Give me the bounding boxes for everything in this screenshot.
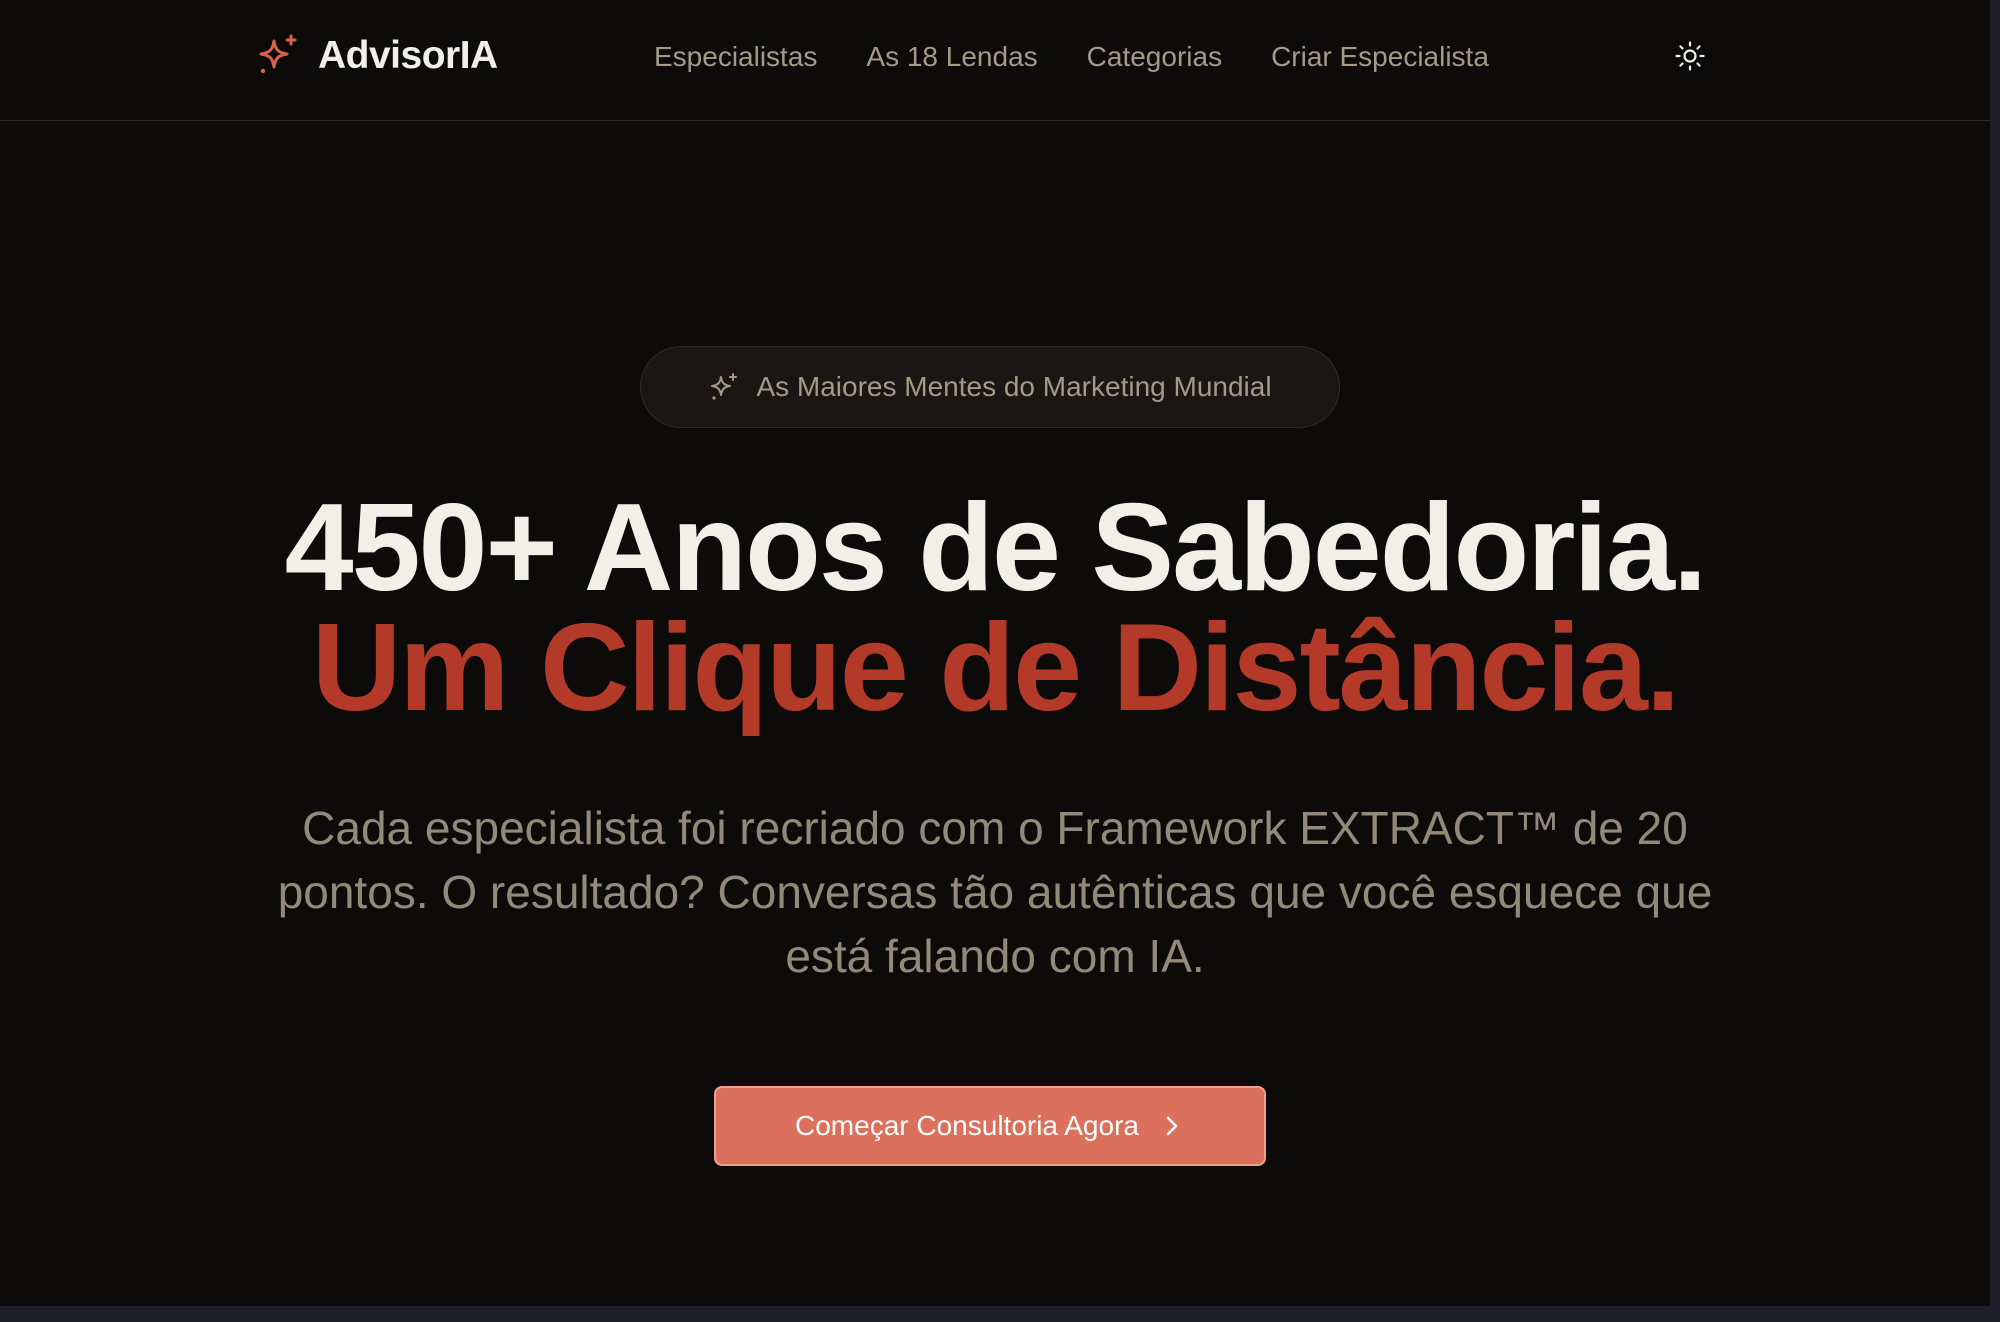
main-nav: Especialistas As 18 Lendas Categorias Cr… bbox=[654, 36, 1489, 78]
nav-link-especialistas[interactable]: Especialistas bbox=[654, 41, 817, 73]
hero-headline-line1: 450+ Anos de Sabedoria. bbox=[284, 479, 1708, 617]
sun-icon bbox=[1675, 41, 1705, 71]
hero-section: As Maiores Mentes do Marketing Mundial 4… bbox=[0, 120, 1990, 1306]
sparkle-icon bbox=[711, 373, 738, 400]
sparkle-icon bbox=[259, 34, 297, 74]
hero-subtitle: Cada especialista foi recriado com o Fra… bbox=[277, 802, 1713, 982]
nav-link-categorias[interactable]: Categorias bbox=[1087, 41, 1222, 73]
chevron-right-icon bbox=[1166, 1116, 1178, 1136]
hero-headline: 450+ Anos de Sabedoria. Um Clique de Dis… bbox=[0, 479, 1990, 737]
site-header: AdvisorIA Especialistas As 18 Lendas Cat… bbox=[0, 0, 1990, 121]
hero-headline-line2: Um Clique de Distância. bbox=[311, 599, 1681, 737]
logo[interactable]: AdvisorIA bbox=[254, 30, 498, 82]
logo-text: AdvisorIA bbox=[318, 34, 498, 77]
vertical-scrollbar[interactable] bbox=[1990, 0, 2000, 1322]
start-consulting-label: Começar Consultoria Agora bbox=[795, 1110, 1139, 1141]
window-bottom-edge bbox=[0, 1306, 2000, 1322]
hero-badge: As Maiores Mentes do Marketing Mundial bbox=[640, 346, 1340, 428]
theme-toggle-button[interactable] bbox=[1670, 36, 1710, 76]
nav-link-criar-especialista[interactable]: Criar Especialista bbox=[1271, 41, 1489, 73]
hero-badge-text: As Maiores Mentes do Marketing Mundial bbox=[756, 371, 1272, 402]
page-viewport: AdvisorIA Especialistas As 18 Lendas Cat… bbox=[0, 0, 1990, 1306]
start-consulting-button[interactable]: Começar Consultoria Agora bbox=[714, 1086, 1266, 1166]
nav-link-18-lendas[interactable]: As 18 Lendas bbox=[866, 41, 1037, 73]
